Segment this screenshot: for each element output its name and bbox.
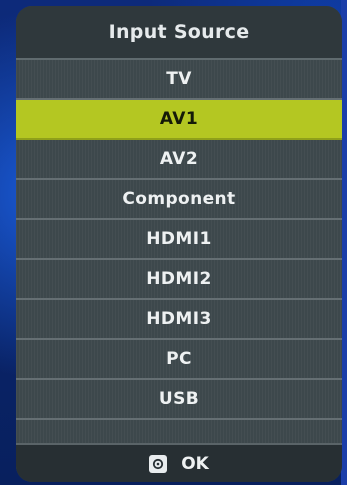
input-item-hdmi1[interactable]: HDMI1 <box>16 220 342 260</box>
menu-title: Input Source <box>16 6 342 60</box>
input-item-hdmi3[interactable]: HDMI3 <box>16 300 342 340</box>
input-source-menu: Input Source TV AV1 AV2 Component HDMI1 … <box>16 6 342 482</box>
input-item-pc[interactable]: PC <box>16 340 342 380</box>
input-item-av2[interactable]: AV2 <box>16 140 342 180</box>
ok-button-icon <box>149 454 168 473</box>
input-item-tv[interactable]: TV <box>16 60 342 100</box>
input-item-component[interactable]: Component <box>16 180 342 220</box>
menu-footer-hint: OK <box>16 443 342 482</box>
input-item-usb[interactable]: USB <box>16 380 342 420</box>
ok-label: OK <box>181 453 209 474</box>
input-item-av1[interactable]: AV1 <box>16 100 342 140</box>
input-item-hdmi2[interactable]: HDMI2 <box>16 260 342 300</box>
input-source-list: TV AV1 AV2 Component HDMI1 HDMI2 HDMI3 P… <box>16 60 342 420</box>
